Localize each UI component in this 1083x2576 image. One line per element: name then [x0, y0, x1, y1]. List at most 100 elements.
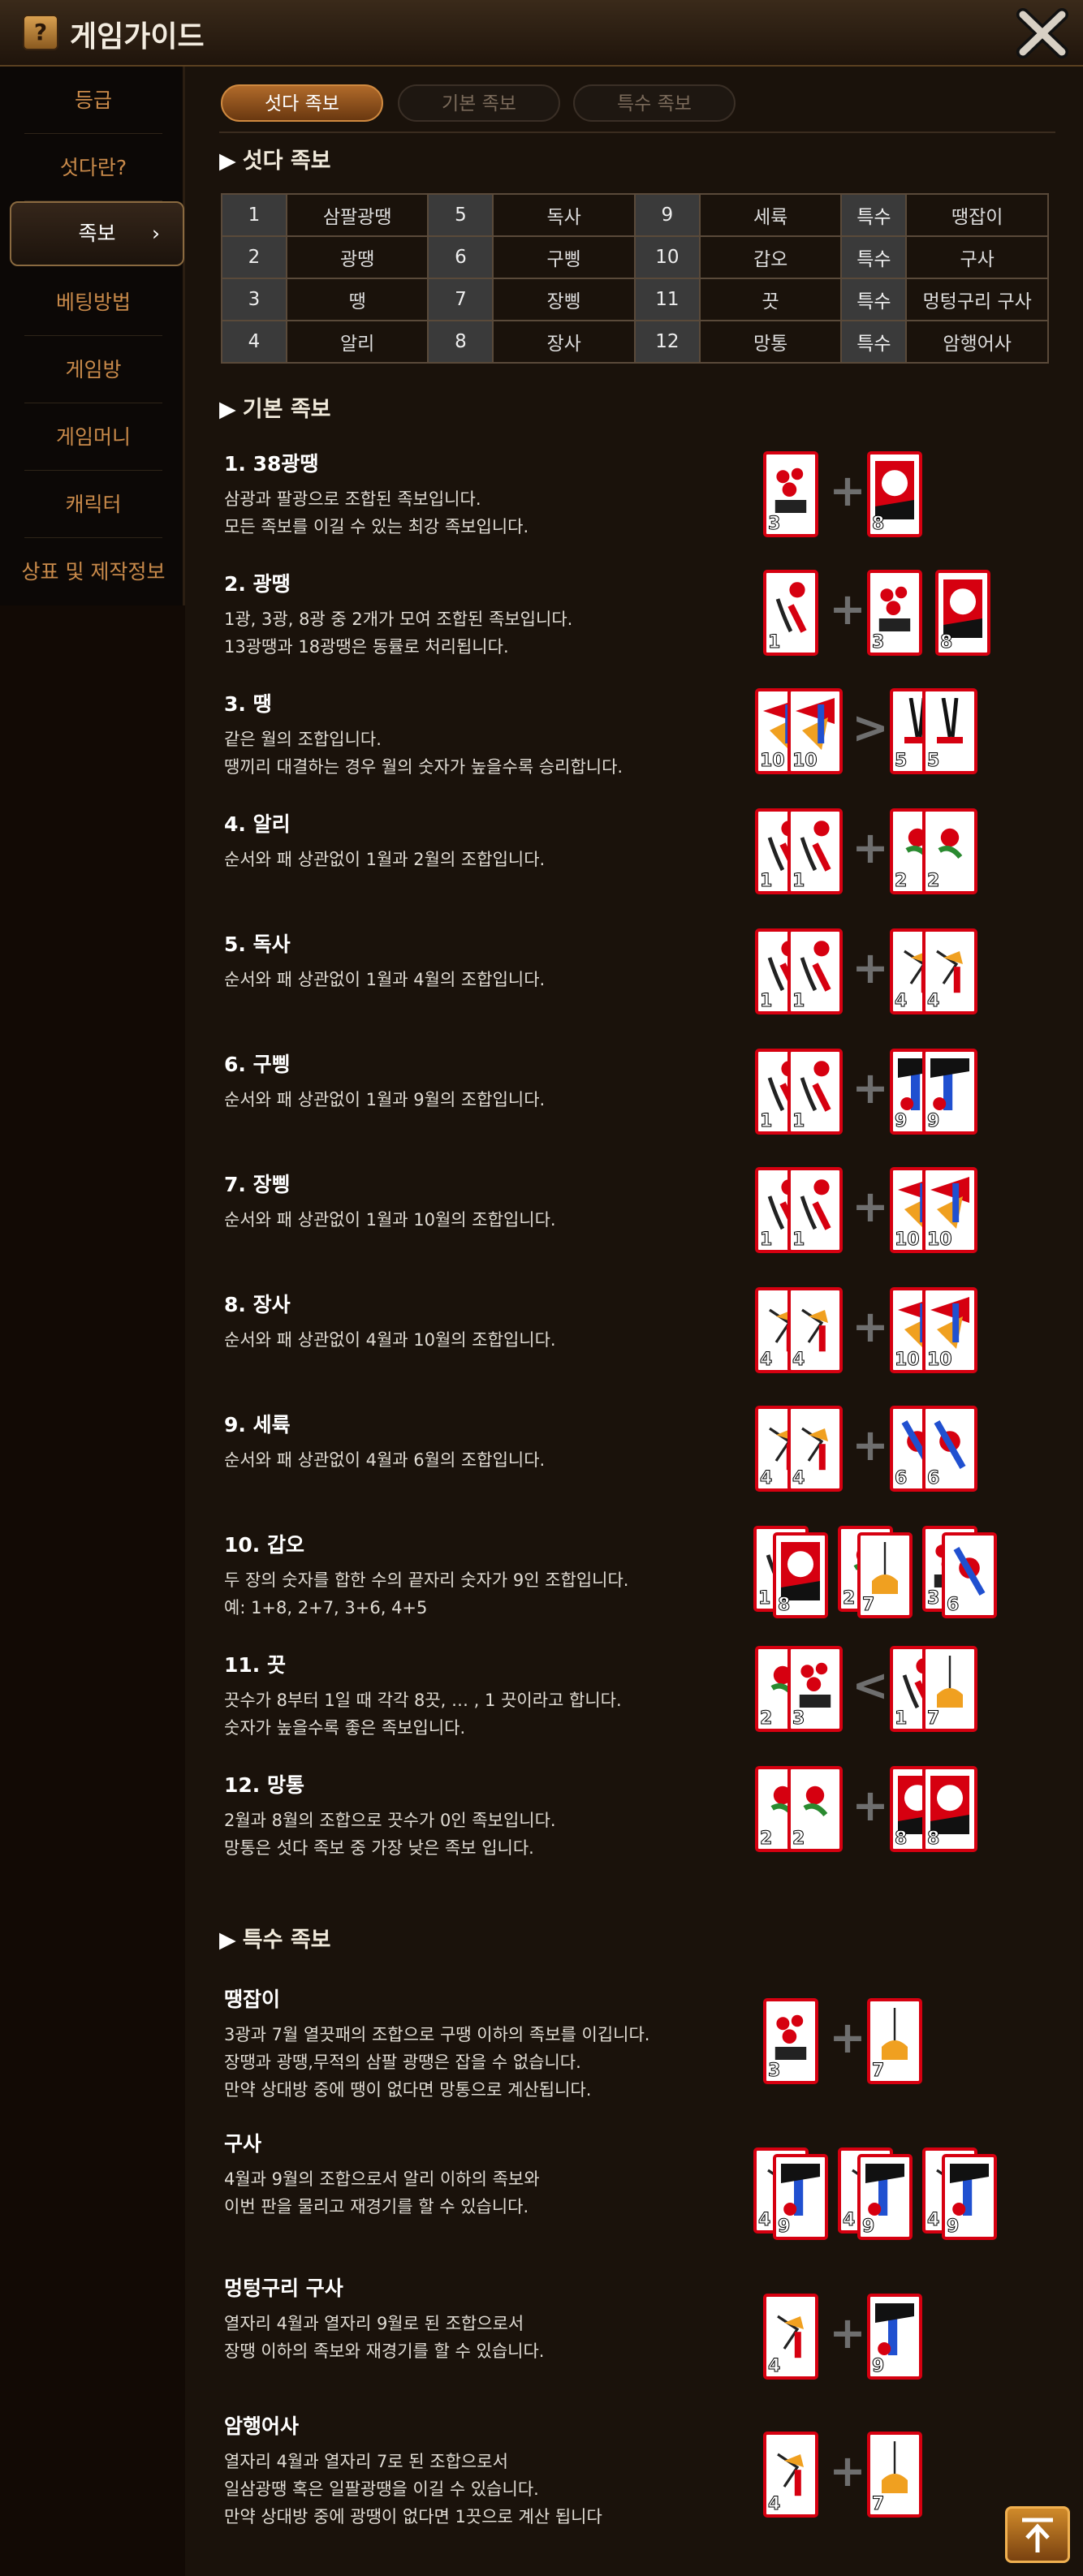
question-book-icon: ? — [23, 15, 58, 50]
basic-combo: 11. 끗 끗수가 8부터 1일 때 각각 8끗, … , 1 끗이라고 합니다.… — [224, 1649, 711, 1742]
tab-basic[interactable]: 기본 족보 — [398, 84, 560, 122]
basic-combo: 9. 세륙순서와 패 상관없이 4월과 6월의 조합입니다. — [224, 1409, 711, 1474]
rank-number: 5 — [427, 193, 494, 237]
hwatu-card: 5 — [922, 688, 977, 774]
combo-title: 9. 세륙 — [224, 1413, 291, 1437]
card-month-number: 2 — [894, 871, 908, 892]
combo-title: 5. 독사 — [224, 933, 291, 956]
hwatu-card: 3 — [867, 570, 922, 656]
sidebar-item-trademark[interactable]: 상표 및 제작정보 — [8, 538, 179, 605]
hwatu-art-icon — [771, 2008, 810, 2066]
basic-combo: 3. 땡 같은 월의 조합입니다. 땡끼리 대결하는 경우 월의 숫자가 높을수록 … — [224, 688, 711, 781]
sidebar-item-character[interactable]: 캐릭터 — [24, 471, 162, 538]
card-month-number: 10 — [895, 1230, 921, 1251]
combo-description: 만약 상대방 중에 광땡이 없다면 1끗으로 계산 됩니다 — [224, 2507, 602, 2526]
card-month-number: 6 — [926, 1468, 940, 1489]
section-title-seotda: ▶ 섯다 족보 — [219, 149, 331, 174]
combo-title: 1. 38광땡 — [224, 452, 319, 476]
sidebar-item-jokbo[interactable]: 족보 › — [10, 201, 184, 266]
plus-icon: + — [852, 822, 889, 873]
combo-title: 4. 알리 — [224, 812, 291, 836]
card-month-number: 10 — [927, 1230, 953, 1251]
card-month-number: 8 — [871, 514, 885, 535]
plus-icon: + — [852, 1062, 889, 1114]
hwatu-art-icon — [781, 2164, 820, 2222]
combo-description: 순서와 패 상관없이 4월과 6월의 조합입니다. — [224, 1450, 546, 1470]
section-title-basic: ▶ 기본 족보 — [219, 397, 331, 422]
card-month-number: 1 — [759, 1111, 773, 1132]
combo-description: 순서와 패 상관없이 4월과 10월의 조합입니다. — [224, 1330, 556, 1350]
card-month-number: 4 — [926, 2210, 940, 2231]
card-month-number: 4 — [757, 2210, 771, 2231]
rank-number: 7 — [427, 278, 494, 321]
rank-number: 6 — [427, 235, 494, 279]
sidebar-item-betting[interactable]: 베팅방법 — [24, 269, 162, 336]
combo-description: 일삼광땡 혹은 일팔광땡을 이길 수 있습니다. — [224, 2479, 539, 2499]
card-combination: 18 27 36 — [753, 1526, 997, 1618]
card-month-number: 9 — [871, 2356, 885, 2377]
combo-description: 13광땡과 18광땡은 동률로 처리됩니다. — [224, 637, 509, 657]
table-row: 3 땡 7 장삥 11 끗 특수 멍텅구리 구사 — [221, 278, 1049, 321]
sidebar-item-gameroom[interactable]: 게임방 — [24, 336, 162, 403]
combo-title: 6. 구삥 — [224, 1053, 291, 1076]
scroll-top-button[interactable] — [1005, 2506, 1070, 2563]
combo-description: 장땡 이하의 족보와 재경기를 할 수 있습니다. — [224, 2341, 545, 2361]
hwatu-art-icon — [796, 1058, 835, 1117]
card-month-number: 1 — [759, 1230, 773, 1251]
hwatu-card: 3 — [763, 1998, 818, 2084]
combo-description: 예: 1+8, 2+7, 3+6, 4+5 — [224, 1598, 428, 1618]
card-month-number: 1 — [767, 632, 781, 653]
combo-description: 숫자가 높을수록 좋은 족보입니다. — [224, 1718, 466, 1738]
basic-combo: 12. 망통 2월과 8월의 조합으로 끗수가 0인 족보입니다. 망통은 섯다 족… — [224, 1769, 711, 1862]
rank-name: 끗 — [698, 278, 843, 321]
hwatu-art-icon — [781, 1542, 820, 1600]
page-title: 게임가이드 — [70, 20, 205, 54]
card-combination: 494949 — [753, 2147, 997, 2240]
card-month-number: 3 — [871, 632, 885, 653]
combo-description: 망통은 섯다 족보 중 가장 낮은 족보 입니다. — [224, 1838, 534, 1858]
card-month-number: 2 — [759, 1829, 773, 1850]
basic-combo: 4. 알리 순서와 패 상관없이 1월과 2월의 조합입니다. — [224, 808, 711, 873]
hwatu-art-icon — [796, 698, 835, 756]
hwatu-card: 8 — [867, 451, 922, 537]
rank-name: 삼팔광땡 — [285, 193, 429, 237]
card-month-number: 5 — [894, 751, 908, 772]
hwatu-card: 4 — [787, 1406, 843, 1492]
card-combination: 3 +8 — [753, 451, 997, 541]
hwatu-art-icon — [875, 2008, 914, 2066]
combo-title: 2. 광땡 — [224, 572, 291, 596]
rank-name: 망통 — [698, 320, 843, 364]
rank-name: 세륙 — [698, 193, 843, 237]
close-icon[interactable] — [1016, 8, 1068, 58]
hwatu-card: 3 — [787, 1646, 843, 1732]
table-row: 2 광땡 6 구삥 10 갑오 특수 구사 — [221, 235, 1049, 279]
hwatu-card: 2 — [922, 808, 977, 894]
rank-number: 특수 — [840, 278, 908, 321]
hwatu-card: 10 — [922, 1287, 977, 1373]
tab-special[interactable]: 특수 족보 — [573, 84, 736, 122]
card-month-number: 9 — [946, 2216, 960, 2238]
card-combination: 1 1 +2 2 — [753, 808, 997, 898]
sidebar-item-gamemoney[interactable]: 게임머니 — [24, 403, 162, 471]
section-title-special: ▶ 특수 족보 — [219, 1928, 331, 1953]
combo-title: 7. 장삥 — [224, 1173, 291, 1196]
hwatu-card: 10 — [787, 688, 843, 774]
sidebar-item-about[interactable]: 섯다란? — [24, 134, 162, 201]
tab-seotda[interactable]: 섯다 족보 — [221, 84, 383, 122]
hwatu-art-icon — [865, 2164, 904, 2222]
combo-description: 열자리 4월과 열자리 7로 된 조합으로서 — [224, 2452, 508, 2471]
combo-description: 순서와 패 상관없이 1월과 10월의 조합입니다. — [224, 1210, 556, 1230]
rank-name: 갑오 — [698, 235, 843, 279]
basic-combo: 6. 구삥 순서와 패 상관없이 1월과 9월의 조합입니다. — [224, 1049, 711, 1114]
hwatu-art-icon — [796, 818, 835, 877]
card-combination: 4 4 +6 6 — [753, 1406, 997, 1495]
combo-title: 멍텅구리 구사 — [224, 2277, 343, 2300]
greater-than-icon: > — [852, 702, 889, 753]
combo-description: 순서와 패 상관없이 1월과 4월의 조합입니다. — [224, 970, 546, 989]
basic-combo: 8. 장사 순서와 패 상관없이 4월과 10월의 조합입니다. — [224, 1289, 711, 1354]
card-month-number: 9 — [926, 1111, 940, 1132]
hwatu-card: 9 — [857, 2154, 913, 2240]
hwatu-card: 8 — [922, 1766, 977, 1852]
rank-table: 1 삼팔광땡 5 독사 9 세륙 특수 땡잡이 2 광땡 6 구삥 10 갑오 특수 구사 3 땡 7 장삥 11 끗 특수… — [221, 193, 1049, 364]
sidebar-item-grade[interactable]: 등급 — [24, 67, 162, 134]
